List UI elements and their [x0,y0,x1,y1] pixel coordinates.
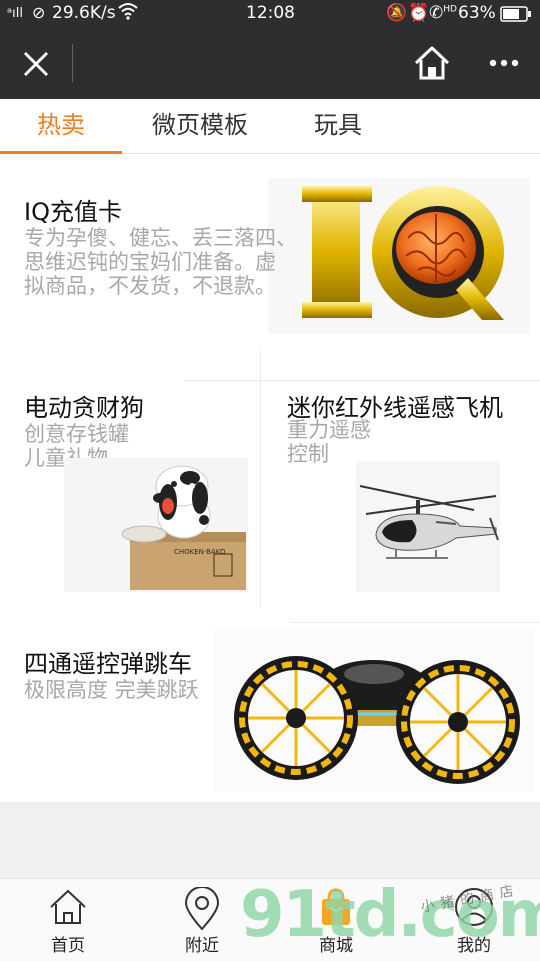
battery-icon [500,6,532,27]
product-title: IQ充值卡 [24,198,122,226]
product-subtitle: 专为孕傻、健忘、丢三落四、 思维迟钝的宝妈们准备。虚 拟商品，不发货，不退款。 [24,226,297,298]
nav-label: 首页 [51,936,85,956]
close-icon[interactable] [20,48,52,80]
product-card-dog-bank[interactable]: 电动贪财狗 创意存钱罐 儿童礼物 CHOKEN-BAKO [0,380,260,610]
divider [290,622,540,623]
shop-bag-icon [322,888,350,925]
nav-home[interactable]: 首页 [8,879,128,961]
status-bar: ᵃıll ⊘ 29.6K/s 12:08 🔕 ⏰ ✆HD 63% [0,0,540,28]
svg-text:CHOKEN-BAKO: CHOKEN-BAKO [174,548,226,556]
subtitle-line: 拟商品，不发货，不退款。 [24,274,276,298]
tab-micro-page-templates[interactable]: 微页模板 [135,99,265,151]
product-title: 四通遥控弹跳车 [24,650,192,678]
no-disturb-icon: ⊘ [32,3,46,22]
network-speed: 29.6K/s [52,3,116,23]
product-card-bounce-car[interactable]: 四通遥控弹跳车 极限高度 完美跳跃 [0,624,540,802]
helicopter-image [356,462,500,592]
home-icon[interactable] [413,45,451,81]
tab-toys[interactable]: 玩具 [296,99,380,151]
header-divider [72,44,73,82]
browser-header [0,28,540,99]
tab-hot[interactable]: 热卖 [0,99,122,154]
product-subtitle: 极限高度 完美跳跃 [24,678,199,702]
divider [260,350,261,608]
nav-nearby[interactable]: 附近 [142,879,262,961]
dog-bank-image: CHOKEN-BAKO [64,458,248,592]
bottom-nav: 首页 附近 商城 我的 [0,878,540,961]
signal-icon: ᵃıll [7,6,23,21]
subtitle-line: 思维迟钝的宝妈们准备。虚 [24,250,276,274]
subtitle-line: 创意存钱罐 [24,422,129,446]
nav-label: 附近 [185,936,219,956]
nav-mall[interactable]: 商城 [276,879,396,961]
product-subtitle: 重力遥感 控制 [287,418,371,466]
clock: 12:08 [246,3,295,23]
more-icon[interactable] [488,55,524,71]
bounce-car-image [214,630,534,792]
call-hd-icon: ✆HD [429,3,457,23]
home-icon [50,889,86,924]
product-card-iq[interactable]: IQ充值卡 专为孕傻、健忘、丢三落四、 思维迟钝的宝妈们准备。虚 拟商品，不发货… [0,154,540,350]
nav-label: 我的 [457,936,491,956]
nav-mine[interactable]: 我的 [414,879,534,961]
subtitle-line: 重力遥感 [287,418,371,442]
wifi-icon [118,2,138,25]
product-title: 电动贪财狗 [24,394,144,422]
alarm-off-icon: 🔕 [386,3,408,23]
category-tabs: 热卖 微页模板 玩具 [0,99,540,154]
alarm-icon: ⏰ [408,3,430,23]
battery-text: 63% [458,3,496,23]
iq-brain-image [268,178,530,334]
location-pin-icon [184,887,220,931]
user-icon [455,888,493,926]
product-list: IQ充值卡 专为孕傻、健忘、丢三落四、 思维迟钝的宝妈们准备。虚 拟商品，不发货… [0,154,540,802]
subtitle-line: 专为孕傻、健忘、丢三落四、 [24,226,297,250]
subtitle-line: 极限高度 完美跳跃 [24,678,199,702]
nav-label: 商城 [319,936,353,956]
product-card-helicopter[interactable]: 迷你红外线遥感飞机 重力遥感 控制 [262,380,540,610]
